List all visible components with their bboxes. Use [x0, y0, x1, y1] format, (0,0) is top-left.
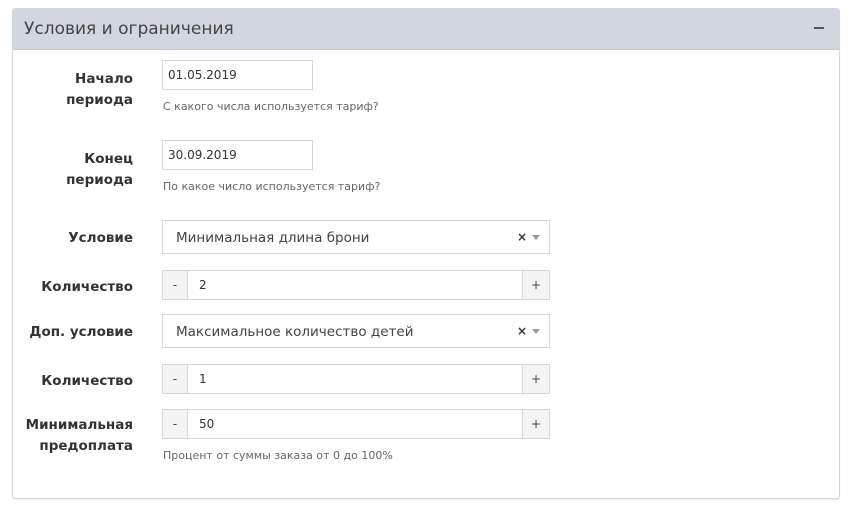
minus-icon [814, 27, 824, 29]
prepayment-help: Процент от суммы заказа от 0 до 100% [163, 449, 393, 462]
prepayment-label: Минимальная предоплата [13, 415, 133, 459]
end-period-label: Конец периода [13, 149, 133, 193]
quantity1-label-wrap: Количество [13, 277, 133, 298]
start-period-label-line2: периода [66, 92, 133, 108]
condition-label: Условие [68, 230, 133, 246]
prepayment-stepper: - + [162, 409, 550, 439]
panel-title: Условия и ограничения [24, 19, 234, 39]
quantity1-increment-button[interactable]: + [522, 271, 549, 299]
quantity1-label: Количество [41, 279, 133, 295]
condition-selected-value: Минимальная длина брони [176, 230, 370, 246]
quantity2-label-wrap: Количество [13, 371, 133, 392]
quantity2-stepper: - + [162, 364, 550, 394]
prepayment-label-line2: предоплата [39, 438, 133, 454]
quantity2-label: Количество [41, 373, 133, 389]
extra-condition-selected-value: Максимальное количество детей [176, 324, 414, 340]
end-period-label-line1: Конец [84, 151, 133, 167]
clear-icon[interactable]: × [517, 324, 527, 338]
extra-condition-select[interactable]: Максимальное количество детей × [162, 314, 550, 348]
caret-down-icon[interactable] [532, 235, 540, 240]
start-period-input[interactable] [162, 60, 313, 90]
start-period-label-line1: Начало [75, 71, 133, 87]
condition-label-wrap: Условие [13, 228, 133, 249]
start-period-help: С какого числа используется тариф? [163, 100, 379, 113]
start-period-label: Начало периода [13, 69, 133, 113]
extra-condition-label-wrap: Доп. условие [13, 322, 133, 343]
end-period-help: По какое число используется тариф? [163, 180, 381, 193]
panel-header: Условия и ограничения [13, 9, 839, 50]
conditions-panel: Условия и ограничения Начало периода С к… [12, 8, 840, 499]
end-period-input[interactable] [162, 140, 313, 170]
prepayment-decrement-button[interactable]: - [163, 410, 188, 438]
caret-down-icon[interactable] [532, 329, 540, 334]
prepayment-increment-button[interactable]: + [522, 410, 549, 438]
end-period-label-line2: периода [66, 172, 133, 188]
prepayment-input[interactable] [189, 410, 521, 438]
quantity2-increment-button[interactable]: + [522, 365, 549, 393]
extra-condition-label: Доп. условие [29, 324, 133, 340]
prepayment-label-line1: Минимальная [25, 417, 133, 433]
clear-icon[interactable]: × [517, 230, 527, 244]
condition-select[interactable]: Минимальная длина брони × [162, 220, 550, 254]
quantity1-stepper: - + [162, 270, 550, 300]
collapse-button[interactable] [809, 14, 829, 42]
quantity2-decrement-button[interactable]: - [163, 365, 188, 393]
quantity1-input[interactable] [189, 271, 521, 299]
quantity1-decrement-button[interactable]: - [163, 271, 188, 299]
quantity2-input[interactable] [189, 365, 521, 393]
